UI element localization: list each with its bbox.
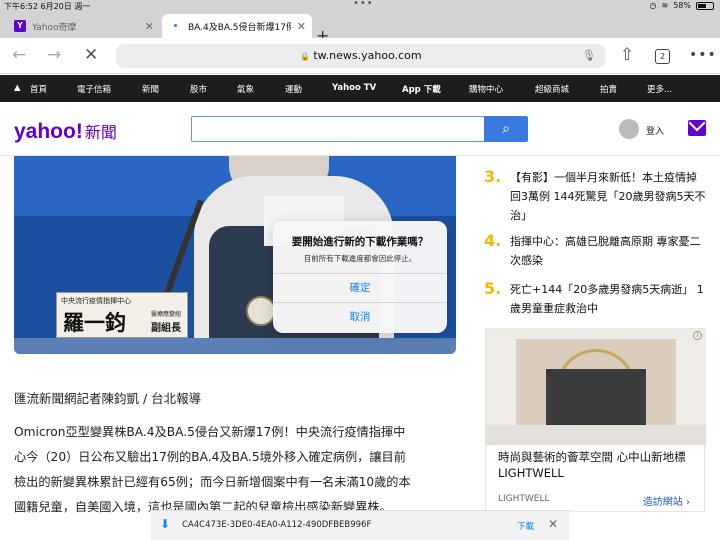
nav-yahoo-tv[interactable]: Yahoo TV	[332, 83, 376, 93]
nav-more[interactable]: 更多...	[647, 83, 672, 95]
search-icon: ⌕	[502, 121, 510, 137]
orientation-lock-icon: ◷	[649, 1, 657, 10]
cancel-button[interactable]: 取消	[273, 303, 447, 331]
tab-bar: Y Yahoo奇摩 ✕ BA.4及BA.5侵台新爆17例 ✕ +	[0, 12, 720, 45]
nav-auction[interactable]: 拍賣	[600, 83, 617, 95]
share-icon[interactable]: ⇧	[620, 45, 634, 65]
login-link[interactable]: 登入	[646, 124, 664, 137]
browser-toolbar: ← → ✕ 🔒 tw.news.yahoo.com 🎙 ⇧ 2 •••	[0, 38, 720, 74]
status-time: 下午6:52 6月20日 週一	[4, 2, 91, 11]
dialog-title: 要開始進行新的下載作業嗎？	[291, 236, 429, 248]
tab-title: BA.4及BA.5侵台新爆17例	[188, 22, 291, 33]
download-confirm-dialog: 要開始進行新的下載作業嗎？ 目前所有下載進度都會因此停止。 確定 取消	[273, 221, 447, 333]
close-tab-icon[interactable]: ✕	[145, 20, 154, 33]
search-button[interactable]: ⌕	[484, 116, 528, 142]
visit-site-link[interactable]: 造訪網站 ›	[643, 493, 690, 508]
battery-icon	[696, 1, 714, 10]
nav-mall[interactable]: 超級商城	[535, 83, 569, 95]
nav-sports[interactable]: 運動	[285, 83, 302, 95]
microphone-icon[interactable]: 🎙	[582, 44, 596, 68]
forward-icon[interactable]: →	[47, 45, 61, 65]
stop-loading-icon[interactable]: ✕	[84, 45, 98, 65]
multitasking-dots[interactable]: •••	[353, 0, 374, 9]
wifi-icon: ≋	[661, 1, 669, 10]
avatar[interactable]	[619, 119, 639, 139]
yahoo-favicon-icon: Y	[14, 20, 26, 32]
search-input[interactable]	[191, 116, 485, 142]
nav-app-download[interactable]: App 下載	[402, 83, 441, 95]
mail-icon[interactable]	[688, 120, 706, 136]
battery-percent: 58%	[673, 1, 691, 10]
article-byline: 匯流新聞網記者陳鈞凱 / 台北報導	[14, 391, 202, 406]
close-icon[interactable]: ✕	[548, 517, 558, 531]
ad-image[interactable]	[486, 329, 706, 445]
nav-stocks[interactable]: 股市	[190, 83, 207, 95]
speaker-nameplate: 中央流行疫情指揮中心 羅一鈞 醫療應變組 副組長	[56, 292, 188, 338]
tab-news-article[interactable]: BA.4及BA.5侵台新爆17例 ✕	[162, 14, 312, 38]
confirm-button[interactable]: 確定	[273, 274, 447, 302]
ad-brand: LIGHTWELL	[498, 494, 550, 504]
url-text: tw.news.yahoo.com	[313, 49, 422, 62]
home-icon[interactable]: ▲	[14, 83, 21, 93]
tab-title: Yahoo奇摩	[32, 22, 77, 33]
download-icon: ⬇	[160, 517, 171, 531]
nav-shopping[interactable]: 購物中心	[469, 83, 503, 95]
nav-weather[interactable]: 氣象	[237, 83, 254, 95]
lock-icon: 🔒	[300, 52, 311, 61]
site-header: yahoo! 新聞 ⌕ 登入	[0, 102, 720, 156]
loading-dot-icon	[172, 22, 180, 30]
address-bar[interactable]: 🔒 tw.news.yahoo.com 🎙	[116, 44, 606, 68]
seal-emblem	[246, 296, 276, 326]
article-body: Omicron亞型變異株BA.4及BA.5侵台又新爆17例！中央流行疫情指揮中心…	[14, 425, 411, 514]
close-tab-icon[interactable]: ✕	[297, 20, 306, 33]
yahoo-news-logo[interactable]: yahoo! 新聞	[14, 119, 117, 144]
download-button[interactable]: 下載	[517, 520, 534, 532]
battery-level	[698, 3, 707, 8]
nav-mail[interactable]: 電子信箱	[77, 83, 111, 95]
tab-overview-button[interactable]: 2	[655, 49, 670, 64]
back-icon[interactable]: ←	[12, 45, 26, 65]
nav-news[interactable]: 新聞	[142, 83, 159, 95]
ad-card[interactable]: i 時尚與藝術的薈萃空間 心中山新地標 LIGHTWELL LIGHTWELL …	[485, 328, 706, 512]
ad-info-icon[interactable]: i	[693, 331, 702, 340]
status-bar: 下午6:52 6月20日 週一 ••• ◷ ≋ 58%	[0, 0, 720, 12]
site-nav: ▲ 首頁 電子信箱 新聞 股市 氣象 運動 Yahoo TV App 下載 購物…	[0, 75, 720, 102]
ad-headline[interactable]: 時尚與藝術的薈萃空間 心中山新地標 LIGHTWELL	[498, 449, 698, 481]
nav-home[interactable]: 首頁	[30, 83, 47, 95]
dialog-message: 目前所有下載進度都會因此停止。	[303, 254, 417, 263]
tab-yahoo[interactable]: Y Yahoo奇摩 ✕	[8, 14, 160, 38]
more-options-icon[interactable]: •••	[689, 47, 717, 63]
download-bar: ⬇ CA4C473E-3DE0-4EA0-A112-490DFBEB996F 下…	[150, 510, 570, 540]
download-filename: CA4C473E-3DE0-4EA0-A112-490DFBEB996F	[182, 520, 372, 530]
